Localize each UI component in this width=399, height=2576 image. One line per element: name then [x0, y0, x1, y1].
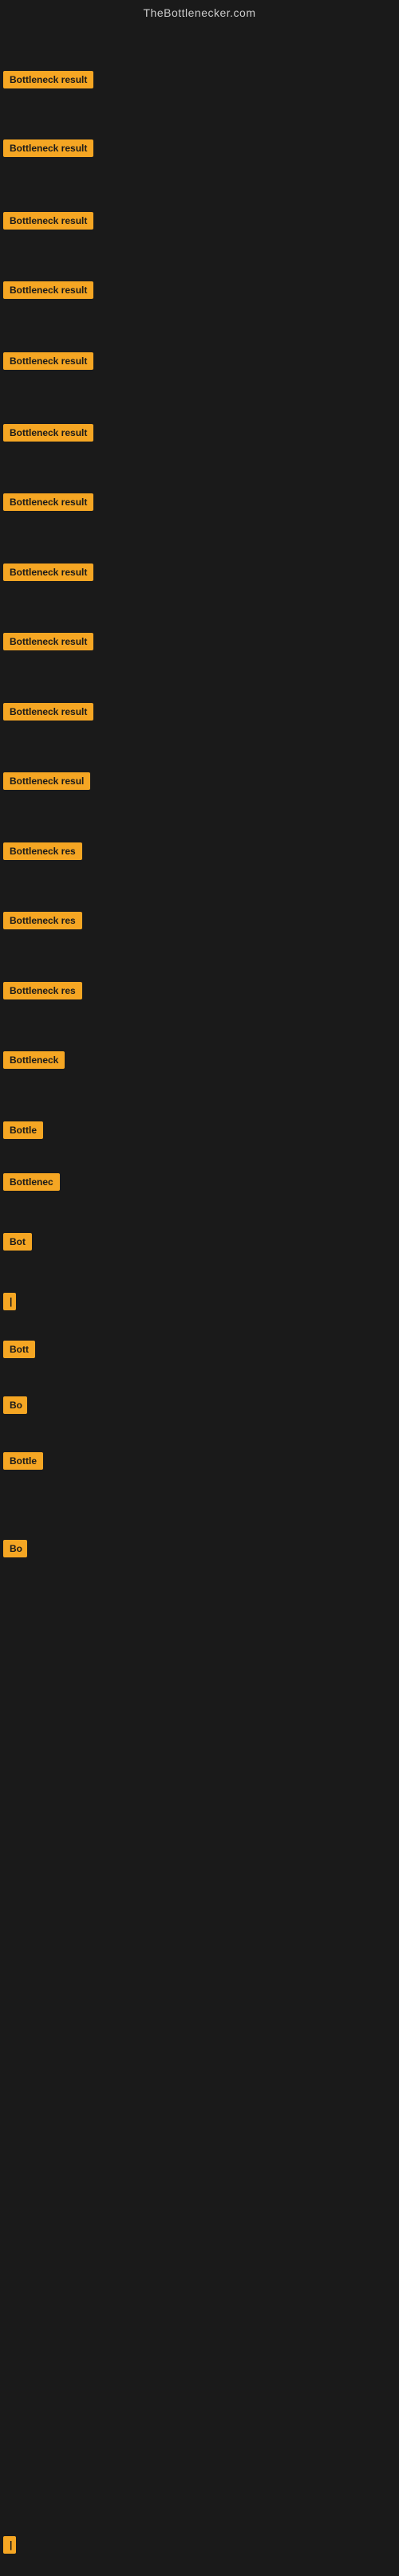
- bottleneck-badge[interactable]: Bottle: [3, 1121, 43, 1139]
- bottleneck-badge[interactable]: Bottleneck result: [3, 703, 93, 721]
- bottleneck-badge[interactable]: Bo: [3, 1396, 27, 1414]
- bottleneck-badge[interactable]: |: [3, 1293, 16, 1310]
- bottleneck-badge[interactable]: Bottleneck: [3, 1051, 65, 1069]
- bottleneck-badge[interactable]: Bottle: [3, 1452, 43, 1470]
- bottleneck-badge[interactable]: Bottleneck result: [3, 71, 93, 88]
- result-row: Bottleneck result: [3, 281, 93, 303]
- result-row: Bottleneck res: [3, 912, 82, 933]
- result-row: Bottleneck result: [3, 633, 93, 654]
- result-row: Bottleneck res: [3, 842, 82, 864]
- bottleneck-badge[interactable]: Bottleneck result: [3, 281, 93, 299]
- result-row: Bottle: [3, 1452, 43, 1474]
- result-row: Bottleneck result: [3, 424, 93, 446]
- result-row: Bottleneck result: [3, 703, 93, 724]
- result-row: Bott: [3, 1341, 35, 1362]
- bottleneck-badge[interactable]: Bottleneck resul: [3, 772, 90, 790]
- badges-container: Bottleneck result Bottleneck result Bottle…: [0, 26, 399, 2576]
- bottleneck-badge[interactable]: Bottleneck res: [3, 912, 82, 929]
- bottleneck-badge[interactable]: Bottlenec: [3, 1173, 60, 1191]
- result-row: Bottleneck: [3, 1051, 65, 1073]
- result-row: Bottleneck res: [3, 982, 82, 1003]
- result-row: Bottleneck result: [3, 564, 93, 585]
- result-row: Bottleneck result: [3, 493, 93, 515]
- result-row: Bottleneck result: [3, 71, 93, 92]
- bottleneck-badge[interactable]: Bottleneck result: [3, 352, 93, 370]
- result-row: Bottleneck resul: [3, 772, 90, 794]
- result-row: Bottle: [3, 1121, 43, 1143]
- bottleneck-badge[interactable]: |: [3, 2536, 16, 2554]
- bottleneck-badge[interactable]: Bottleneck result: [3, 564, 93, 581]
- bottleneck-badge[interactable]: Bottleneck result: [3, 633, 93, 650]
- site-title: TheBottlenecker.com: [0, 0, 399, 26]
- bottleneck-badge[interactable]: Bott: [3, 1341, 35, 1358]
- result-row: Bottlenec: [3, 1173, 60, 1195]
- bottleneck-badge[interactable]: Bo: [3, 1540, 27, 1557]
- result-row: |: [3, 2536, 16, 2558]
- bottleneck-badge[interactable]: Bottleneck result: [3, 212, 93, 230]
- bottleneck-badge[interactable]: Bot: [3, 1233, 32, 1251]
- bottleneck-badge[interactable]: Bottleneck res: [3, 842, 82, 860]
- result-row: Bottleneck result: [3, 139, 93, 161]
- bottleneck-badge[interactable]: Bottleneck res: [3, 982, 82, 999]
- result-row: Bo: [3, 1396, 27, 1418]
- bottleneck-badge[interactable]: Bottleneck result: [3, 424, 93, 442]
- result-row: Bottleneck result: [3, 212, 93, 234]
- result-row: Bot: [3, 1233, 32, 1255]
- result-row: Bottleneck result: [3, 352, 93, 374]
- bottleneck-badge[interactable]: Bottleneck result: [3, 139, 93, 157]
- bottleneck-badge[interactable]: Bottleneck result: [3, 493, 93, 511]
- result-row: |: [3, 1293, 16, 1314]
- result-row: Bo: [3, 1540, 27, 1561]
